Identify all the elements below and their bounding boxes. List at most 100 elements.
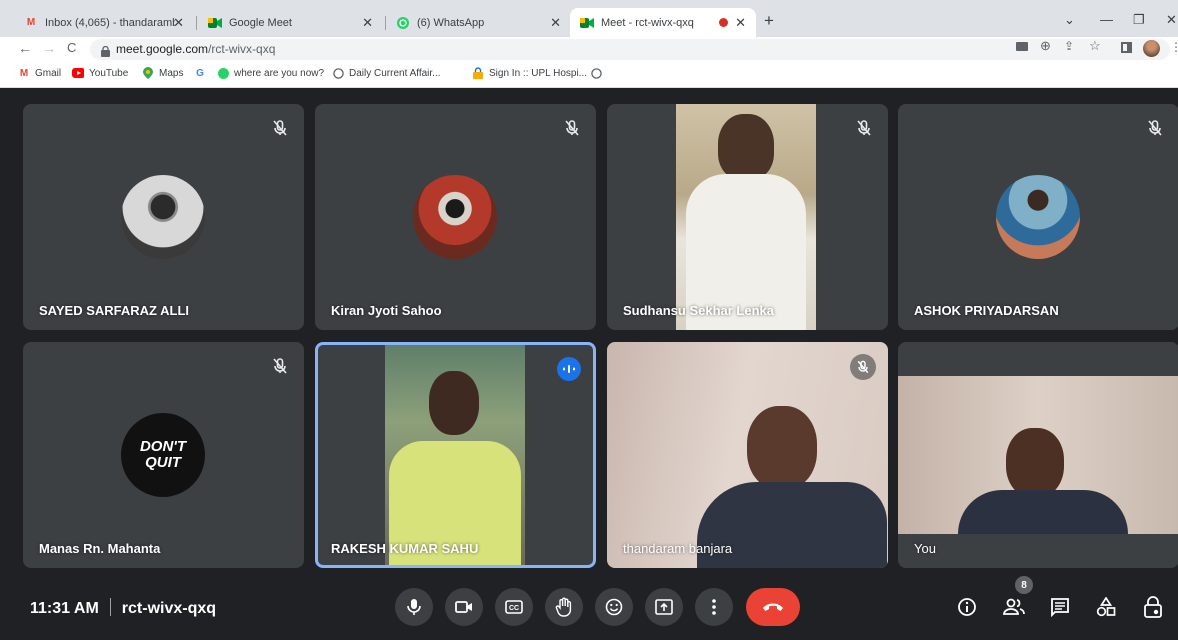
globe-icon [332, 67, 344, 79]
mic-off-icon [1148, 120, 1162, 136]
bookmark-label: YouTube [89, 67, 129, 79]
bookmark-google[interactable]: G [194, 67, 211, 79]
people-button[interactable] [1001, 594, 1027, 620]
restore-icon[interactable]: ❐ [1133, 12, 1145, 28]
bookmark-where-are-you-now[interactable]: where are you now? [217, 67, 324, 79]
bookmark-label: Maps [159, 67, 184, 79]
face [718, 114, 774, 180]
window-close-icon[interactable]: ✕ [1166, 12, 1177, 28]
gmail-icon: M [19, 67, 29, 79]
mic-off-icon [857, 120, 871, 136]
activities-button[interactable] [1093, 594, 1119, 620]
participant-tile[interactable]: Sudhansu Sekhar Lenka [607, 104, 888, 330]
camera-button[interactable] [445, 588, 483, 626]
tab-meet-active[interactable]: Meet - rct-wivx-qxq ✕ [570, 8, 756, 37]
participant-tile-active-speaker[interactable]: RAKESH KUMAR SAHU [315, 342, 596, 568]
chat-button[interactable] [1047, 594, 1073, 620]
lock-icon [101, 44, 110, 62]
captions-button[interactable]: CC [495, 588, 533, 626]
close-icon[interactable]: ✕ [550, 15, 561, 31]
avatar-text: DON'T [139, 438, 187, 455]
chat-icon [1051, 598, 1069, 617]
close-icon[interactable]: ✕ [362, 15, 373, 31]
participant-tile[interactable]: thandaram banjara [607, 342, 888, 568]
bookmark-gmail[interactable]: M Gmail [18, 67, 61, 79]
tab-whatsapp[interactable]: (6) WhatsApp ✕ [386, 8, 571, 37]
participant-name: You [914, 541, 936, 556]
back-icon[interactable]: ← [18, 40, 32, 56]
close-icon[interactable]: ✕ [735, 15, 746, 31]
speaking-indicator-icon [557, 357, 581, 381]
participant-name: Manas Rn. Mahanta [39, 541, 161, 556]
avatar-text: QUIT [145, 454, 181, 471]
zoom-icon[interactable]: ⊕ [1040, 38, 1051, 54]
bookmark-label: Gmail [35, 67, 62, 79]
people-icon [1003, 598, 1025, 615]
avatar [413, 175, 497, 259]
participant-tile[interactable]: ASHOK PRIYADARSAN [898, 104, 1178, 330]
tab-gmail[interactable]: M Inbox (4,065) - thandarambanjara ✕ [14, 8, 194, 37]
participant-tile[interactable]: Kiran Jyoti Sahoo [315, 104, 596, 330]
participant-tile[interactable]: DON'T QUIT Manas Rn. Mahanta [23, 342, 304, 568]
participant-count-badge: 8 [1015, 576, 1033, 594]
whatsapp-icon [396, 16, 410, 30]
bookmark-upl-hospital[interactable]: Sign In :: UPL Hospi... [472, 67, 587, 79]
host-controls-button[interactable] [1140, 594, 1166, 620]
participant-tile-self[interactable]: You [898, 342, 1178, 568]
participant-video [385, 345, 525, 565]
participant-name: SAYED SARFARAZ ALLI [39, 303, 189, 318]
participant-name: thandaram banjara [623, 541, 733, 556]
camera-indicator-icon[interactable] [1016, 42, 1028, 51]
microphone-icon [407, 599, 421, 615]
bookmark-globe[interactable] [590, 67, 607, 79]
tab-divider [196, 16, 197, 30]
participant-name: ASHOK PRIYADARSAN [914, 303, 1059, 318]
new-tab-button[interactable]: + [764, 11, 774, 31]
mic-off-icon [850, 354, 876, 380]
url-path: /rct-wivx-qxq [208, 42, 276, 56]
bookmark-daily-current-affairs[interactable]: Daily Current Affair... [332, 67, 441, 79]
participant-name: RAKESH KUMAR SAHU [331, 541, 479, 556]
avatar: DON'T QUIT [121, 413, 205, 497]
minimize-icon[interactable]: — [1100, 12, 1113, 27]
recording-icon [719, 18, 728, 27]
tab-title: Google Meet [229, 16, 292, 29]
share-icon[interactable]: ⇪ [1064, 39, 1074, 53]
meeting-details-button[interactable] [954, 594, 980, 620]
bookmark-maps[interactable]: Maps [142, 67, 183, 79]
more-options-button[interactable] [695, 588, 733, 626]
mic-off-icon [565, 120, 579, 136]
bookmark-youtube[interactable]: YouTube [72, 67, 128, 79]
reload-icon[interactable]: C [67, 40, 76, 55]
raise-hand-icon [555, 597, 572, 617]
microphone-button[interactable] [395, 588, 433, 626]
profile-avatar[interactable] [1143, 40, 1160, 57]
browser-tab-strip: M Inbox (4,065) - thandarambanjara ✕ Goo… [0, 0, 1178, 37]
tab-search-icon[interactable]: ⌄ [1064, 12, 1075, 28]
participant-video [607, 342, 888, 568]
avatar [996, 175, 1080, 259]
maps-icon [142, 67, 154, 79]
forward-icon[interactable]: → [42, 40, 56, 56]
whatsapp-icon [217, 67, 229, 79]
tab-title: Inbox (4,065) - thandarambanjara [45, 16, 175, 29]
leave-call-button[interactable] [746, 588, 800, 626]
youtube-icon [72, 67, 84, 79]
info-icon [958, 598, 976, 616]
emoji-reactions-button[interactable] [595, 588, 633, 626]
raise-hand-button[interactable] [545, 588, 583, 626]
bookmark-star-icon[interactable]: ☆ [1089, 38, 1101, 54]
shirt [958, 490, 1128, 534]
url-host: meet.google.com [116, 42, 209, 56]
participant-tile[interactable]: SAYED SARFARAZ ALLI [23, 104, 304, 330]
side-panel-icon[interactable] [1121, 42, 1132, 53]
menu-kebab-icon[interactable]: ⋮ [1170, 40, 1178, 54]
tab-title: Meet - rct-wivx-qxq [601, 16, 694, 29]
meet-icon [580, 16, 594, 30]
meet-icon [208, 16, 222, 30]
url-text[interactable]: meet.google.com/rct-wivx-qxq [116, 42, 275, 56]
close-icon[interactable]: ✕ [173, 15, 184, 31]
tab-google-meet[interactable]: Google Meet ✕ [198, 8, 383, 37]
activities-icon [1096, 597, 1116, 617]
present-screen-button[interactable] [645, 588, 683, 626]
